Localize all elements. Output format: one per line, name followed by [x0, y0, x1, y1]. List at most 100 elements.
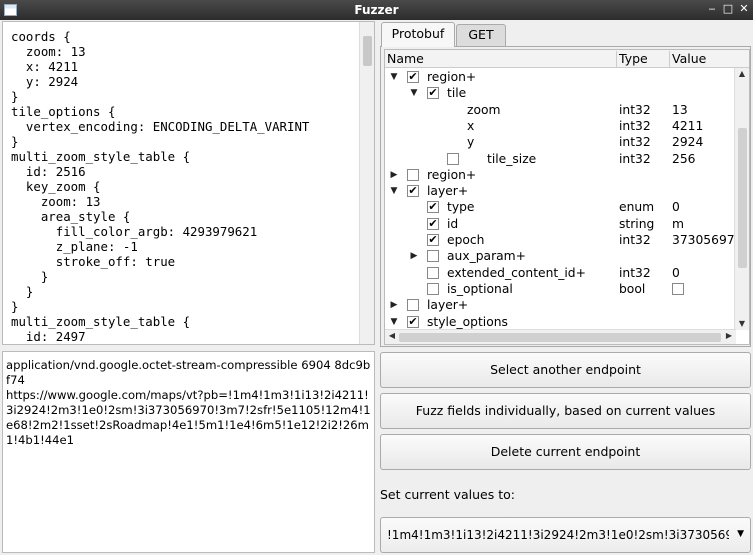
tree-row[interactable]: is_optional bool [385, 281, 736, 297]
window-title: Fuzzer [354, 3, 399, 17]
field-value[interactable]: 0 [672, 199, 736, 215]
field-checkbox[interactable]: ✔ [427, 201, 439, 214]
scroll-down-icon[interactable]: ▼ [735, 318, 749, 330]
code-scrollbar[interactable] [359, 22, 374, 344]
tree-row[interactable]: ▼ ✔ style_options [385, 314, 736, 330]
set-values-selected: !1m4!1m3!1i13!2i4211!3i2924!2m3!1e0!2sm!… [387, 528, 729, 542]
scroll-left-icon[interactable]: ◀ [386, 331, 398, 340]
tree-row[interactable]: ▶ region+ [385, 167, 736, 183]
tree-row[interactable]: y int32 2924 [385, 134, 736, 150]
field-value[interactable]: m [672, 216, 736, 232]
field-value[interactable]: 256 [672, 151, 736, 167]
field-name: tile_size [487, 151, 537, 166]
field-value[interactable]: 373056970 [672, 232, 736, 248]
expanded-arrow-icon[interactable]: ▼ [389, 183, 399, 199]
collapsed-arrow-icon[interactable]: ▶ [389, 167, 399, 183]
field-type: enum [619, 200, 655, 215]
field-name: layer+ [427, 184, 469, 199]
field-type: int32 [619, 151, 651, 166]
set-values-combobox[interactable]: !1m4!1m3!1i13!2i4211!3i2924!2m3!1e0!2sm!… [380, 517, 751, 553]
tree-row[interactable]: ▼ ✔ region+ [385, 69, 736, 85]
tree-horizontal-scrollbar-thumb[interactable] [399, 333, 721, 342]
tree-row[interactable]: ▶ aux_param+ [385, 248, 736, 264]
tree-vertical-scrollbar-thumb[interactable] [738, 128, 747, 268]
field-checkbox[interactable] [407, 168, 419, 181]
field-value[interactable]: 13 [672, 102, 736, 118]
field-checkbox[interactable] [407, 299, 419, 312]
field-name: style_options [427, 314, 508, 329]
tree-row[interactable]: extended_content_id+ int32 0 [385, 265, 736, 281]
chevron-down-icon[interactable]: ▼ [737, 529, 744, 539]
protobuf-text: coords { zoom: 13 x: 4211 y: 2924 } tile… [11, 29, 310, 344]
value-checkbox[interactable] [672, 282, 684, 295]
collapsed-arrow-icon[interactable]: ▶ [389, 297, 399, 313]
tree-row[interactable]: x int32 4211 [385, 118, 736, 134]
field-checkbox[interactable] [427, 266, 439, 279]
field-name: type [447, 200, 475, 215]
field-checkbox[interactable]: ✔ [427, 234, 439, 246]
column-header-value[interactable]: Value [670, 51, 749, 68]
field-checkbox[interactable]: ✔ [407, 185, 419, 198]
tree-row[interactable]: ▶ layer+ [385, 297, 736, 313]
field-checkbox[interactable] [427, 250, 439, 263]
field-checkbox[interactable]: ✔ [407, 71, 419, 83]
minimize-icon[interactable]: ‒ [705, 2, 719, 16]
tree-row[interactable]: tile_size int32 256 [385, 151, 736, 167]
tree-row[interactable]: ▼ ✔ tile [385, 85, 736, 101]
tree-horizontal-scrollbar[interactable]: ◀ ▶ [385, 329, 736, 344]
tree-row[interactable]: ✔ epoch int32 373056970 [385, 232, 736, 248]
field-type: int32 [619, 135, 651, 150]
field-checkbox[interactable] [447, 152, 459, 165]
maximize-icon[interactable]: □ [721, 2, 735, 16]
field-type: string [619, 216, 655, 231]
field-name: is_optional [447, 281, 513, 296]
field-name: epoch [447, 233, 485, 247]
field-checkbox[interactable]: ✔ [407, 315, 419, 328]
field-name: tile [447, 86, 467, 101]
expanded-arrow-icon[interactable]: ▼ [389, 69, 399, 85]
collapsed-arrow-icon[interactable]: ▶ [409, 248, 419, 264]
tab-get[interactable]: GET [456, 24, 506, 46]
protobuf-tab-panel: Name Type Value ▼ ✔ region+ ▼ ✔ tile zoom int32… [380, 46, 751, 347]
tree-vertical-scrollbar[interactable]: ▲ ▼ [734, 68, 749, 330]
fuzz-fields-button[interactable]: Fuzz fields individually, based on curre… [380, 393, 751, 429]
select-endpoint-button[interactable]: Select another endpoint [380, 352, 751, 388]
expanded-arrow-icon[interactable]: ▼ [409, 85, 419, 101]
set-values-label: Set current values to: [380, 487, 515, 502]
field-type: int32 [619, 102, 651, 117]
tree-row[interactable]: ▼ ✔ layer+ [385, 183, 736, 199]
scroll-right-icon[interactable]: ▶ [723, 331, 735, 340]
splitter-handle[interactable] [2, 346, 375, 350]
field-name: extended_content_id+ [447, 265, 586, 280]
field-value[interactable]: 4211 [672, 118, 736, 134]
tree-row[interactable]: zoom int32 13 [385, 102, 736, 118]
field-type: int32 [619, 233, 651, 247]
code-scrollbar-thumb[interactable] [363, 36, 372, 66]
field-value[interactable]: 0 [672, 265, 736, 281]
field-name: aux_param+ [447, 249, 526, 264]
field-name: region+ [427, 70, 477, 84]
delete-endpoint-button[interactable]: Delete current endpoint [380, 434, 751, 470]
scroll-up-icon[interactable]: ▲ [735, 68, 749, 80]
field-checkbox[interactable]: ✔ [427, 217, 439, 230]
field-name: y [467, 135, 475, 150]
column-header-type[interactable]: Type [617, 51, 670, 68]
column-header-name[interactable]: Name [385, 51, 617, 68]
tree-row[interactable]: ✔ type enum 0 [385, 199, 736, 215]
field-checkbox[interactable] [427, 282, 439, 295]
field-name: zoom [467, 102, 501, 117]
field-type: int32 [619, 265, 651, 280]
tree-row[interactable]: ✔ id string m [385, 216, 736, 232]
protobuf-text-view[interactable]: coords { zoom: 13 x: 4211 y: 2924 } tile… [2, 21, 375, 345]
field-checkbox[interactable]: ✔ [427, 87, 439, 100]
field-tree[interactable]: Name Type Value ▼ ✔ region+ ▼ ✔ tile zoom int32… [384, 49, 750, 345]
title-bar: Fuzzer ‒ □ ✕ [0, 0, 753, 20]
close-icon[interactable]: ✕ [737, 2, 751, 16]
field-name: x [467, 118, 475, 133]
tab-protobuf[interactable]: Protobuf [381, 22, 455, 47]
field-value[interactable]: 2924 [672, 134, 736, 150]
field-name: region+ [427, 167, 477, 182]
expanded-arrow-icon[interactable]: ▼ [389, 314, 399, 330]
tree-header: Name Type Value [385, 50, 749, 68]
request-text-view[interactable]: application/vnd.google.octet-stream-comp… [2, 351, 375, 553]
